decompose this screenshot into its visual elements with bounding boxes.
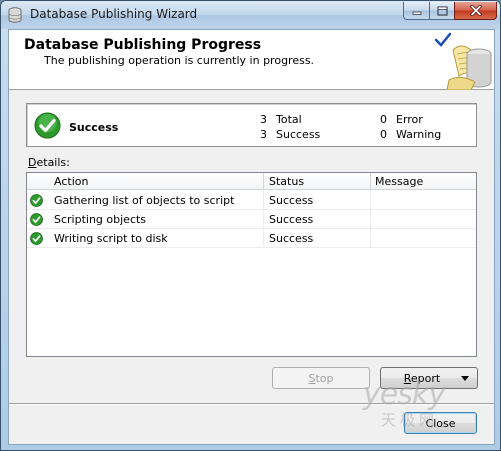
table-row[interactable]: Gathering list of objects to script Succ… [27, 191, 476, 210]
window-title: Database Publishing Wizard [30, 7, 198, 21]
watermark-logo-cn: 天极网 [381, 411, 439, 429]
column-header-message[interactable]: Message [375, 175, 423, 188]
summary-box: Success 3 Total 3 Success 0 Error 0 Warn… [26, 103, 477, 147]
database-app-icon [8, 7, 22, 23]
total-label: Total [276, 113, 302, 126]
page-subtitle: The publishing operation is currently in… [44, 54, 315, 67]
close-icon [469, 5, 482, 16]
row-status: Success [269, 213, 314, 226]
row-status: Success [269, 194, 314, 207]
cell-divider [263, 229, 264, 248]
success-count: 3 [260, 128, 267, 141]
watermark-logo: yesky [363, 377, 446, 412]
warning-label: Warning [396, 128, 442, 141]
close-window-button[interactable] [454, 2, 497, 20]
dropdown-arrow-icon [461, 376, 469, 381]
column-header-status[interactable]: Status [269, 175, 304, 188]
stop-label: top [315, 371, 334, 385]
table-row[interactable]: Writing script to disk Success [27, 229, 476, 248]
stop-button[interactable]: Stop [272, 367, 370, 389]
details-list[interactable]: Action Status Message Gathering list of … [26, 172, 477, 357]
page-title: Database Publishing Progress [24, 37, 262, 53]
stop-accesskey: S [308, 371, 316, 385]
database-scroll-icon [434, 32, 492, 90]
cell-divider [263, 191, 264, 210]
cell-divider [370, 191, 371, 210]
column-divider[interactable] [263, 173, 264, 190]
wizard-header: Database Publishing Progress The publish… [9, 30, 494, 90]
cell-divider [370, 229, 371, 248]
warning-count: 0 [380, 128, 387, 141]
cell-divider [370, 210, 371, 229]
minimize-icon [412, 11, 421, 15]
details-label: Details: [28, 156, 70, 169]
success-check-icon [30, 194, 43, 207]
minimize-button[interactable] [403, 2, 430, 20]
column-header-action[interactable]: Action [54, 175, 88, 188]
row-action: Writing script to disk [54, 232, 168, 245]
row-action: Gathering list of objects to script [54, 194, 235, 207]
title-bar[interactable]: Database Publishing Wizard [1, 1, 500, 29]
maximize-button[interactable] [429, 2, 455, 20]
error-count: 0 [380, 113, 387, 126]
total-count: 3 [260, 113, 267, 126]
row-status: Success [269, 232, 314, 245]
wizard-window: Database Publishing Wizard Database Publ… [0, 0, 501, 451]
dialog-client-area: Database Publishing Progress The publish… [8, 29, 495, 445]
list-header: Action Status Message [27, 173, 476, 190]
table-row[interactable]: Scripting objects Success [27, 210, 476, 229]
success-large-icon [34, 112, 61, 139]
details-label-text: etails: [36, 156, 70, 169]
success-label: Success [276, 128, 321, 141]
error-label: Error [396, 113, 423, 126]
column-divider[interactable] [370, 173, 371, 190]
success-check-icon [30, 232, 43, 245]
success-check-icon [30, 213, 43, 226]
cell-divider [263, 210, 264, 229]
row-action: Scripting objects [54, 213, 147, 226]
maximize-icon [437, 6, 447, 15]
summary-status: Success [69, 121, 119, 134]
